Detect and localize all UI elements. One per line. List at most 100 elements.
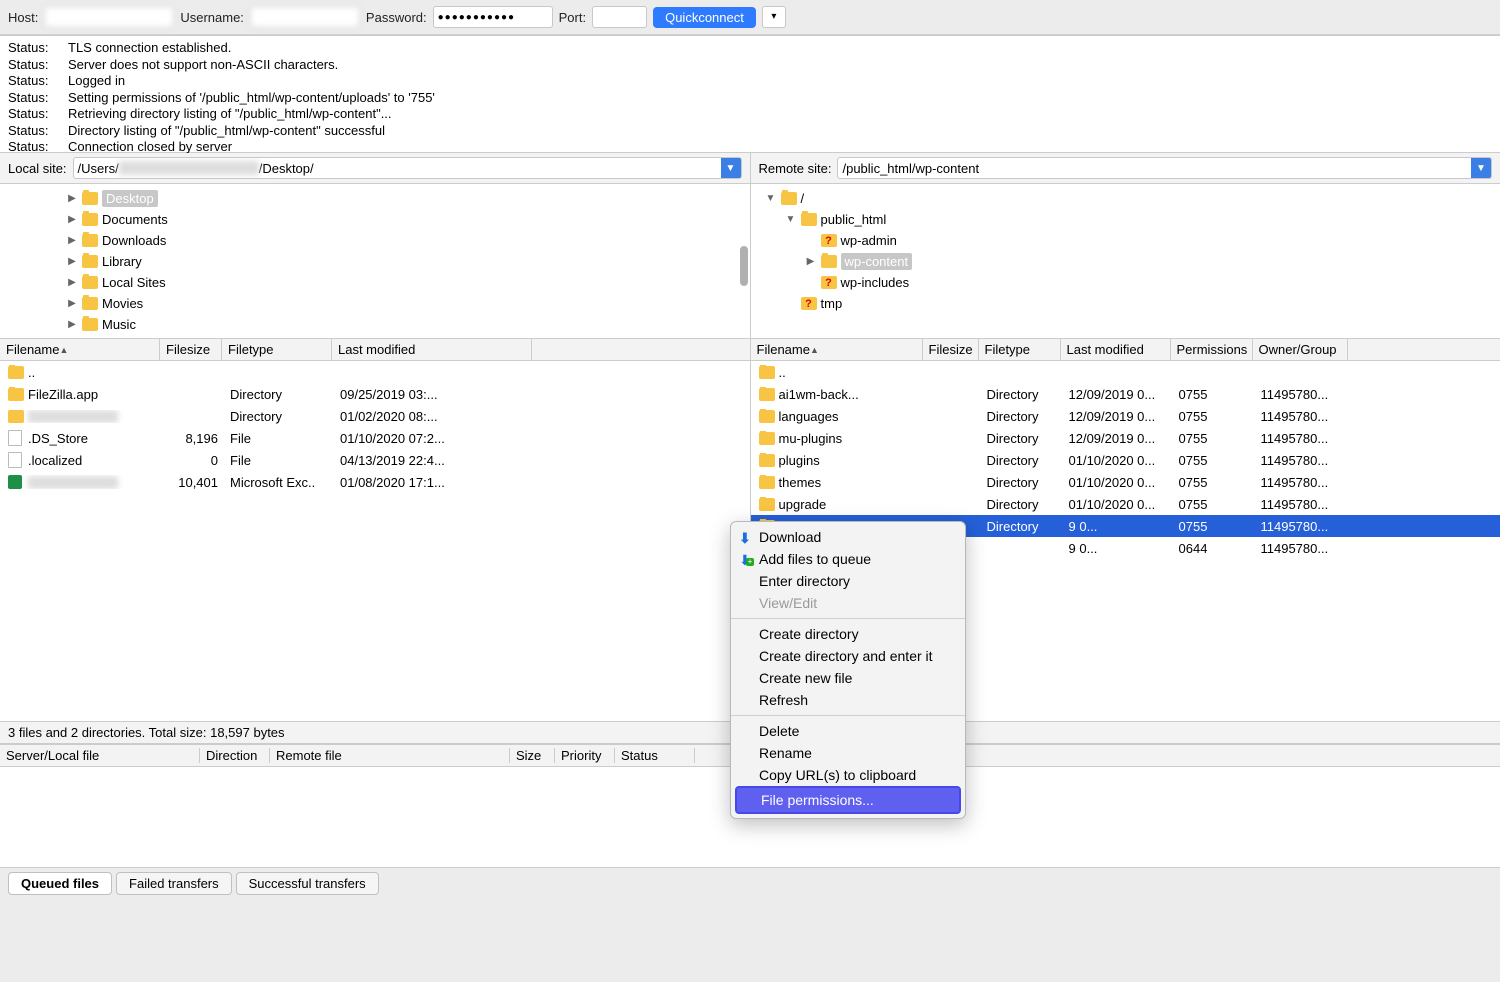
file-row[interactable]: mu-pluginsDirectory12/09/2019 0...075511… [751,427,1500,449]
col-status[interactable]: Status [615,748,695,763]
remote-file-headers[interactable]: Filename Filesize Filetype Last modified… [751,339,1500,361]
col-server[interactable]: Server/Local file [0,748,200,763]
disclosure-icon[interactable]: ▶ [66,277,78,288]
remote-path-dropdown-icon[interactable]: ▼ [1471,158,1491,178]
tab-failed-transfers[interactable]: Failed transfers [116,872,232,895]
tree-row[interactable]: ▶Local Sites [0,272,750,293]
folder-icon [781,192,797,205]
col-filetype[interactable]: Filetype [979,339,1061,360]
col-lastmodified[interactable]: Last modified [332,339,532,360]
local-path-dropdown-icon[interactable]: ▼ [721,158,741,178]
ctx-create-directory[interactable]: Create directory [731,623,965,645]
disclosure-icon[interactable]: ▶ [805,256,817,267]
file-row[interactable]: languagesDirectory12/09/2019 0...0755114… [751,405,1500,427]
file-owner: 11495780... [1255,431,1350,446]
file-row[interactable]: Directory01/02/2020 08:... [0,405,750,427]
file-type: Directory [224,387,334,402]
ctx-copy-url[interactable]: Copy URL(s) to clipboard [731,764,965,786]
col-filetype[interactable]: Filetype [222,339,332,360]
file-row[interactable]: FileZilla.appDirectory09/25/2019 03:... [0,383,750,405]
local-path-input[interactable]: /Users//Desktop/ ▼ [73,157,742,179]
file-row[interactable]: .. [751,361,1500,383]
host-input[interactable] [44,6,174,28]
remote-path-input[interactable]: /public_html/wp-content ▼ [837,157,1492,179]
remote-tree[interactable]: ▼/▼public_html?wp-admin▶wp-content?wp-in… [751,184,1500,339]
message-log: Status:TLS connection established.Status… [0,35,1500,153]
tree-row[interactable]: ▼ public_html [751,209,1500,230]
disclosure-icon[interactable]: ▶ [66,235,78,246]
tree-label: / [801,191,805,206]
file-row[interactable]: .. [0,361,750,383]
username-input[interactable] [250,6,360,28]
tree-row[interactable]: ▶Desktop [0,188,750,209]
ctx-file-permissions[interactable]: File permissions... [735,786,961,814]
disclosure-icon[interactable]: ▼ [765,193,777,204]
log-message: Server does not support non-ASCII charac… [68,57,338,74]
col-size[interactable]: Size [510,748,555,763]
tree-label: public_html [821,212,887,227]
col-ownergroup[interactable]: Owner/Group [1253,339,1348,360]
disclosure-icon[interactable]: ▶ [66,319,78,330]
scrollbar-thumb[interactable] [740,246,748,286]
file-row[interactable]: 10,401Microsoft Exc..01/08/2020 17:1... [0,471,750,493]
file-modified: 01/08/2020 17:1... [334,475,534,490]
ctx-download[interactable]: ⬇Download [731,526,965,548]
port-input[interactable] [592,6,647,28]
remote-site-label: Remote site: [759,161,832,176]
ctx-add-to-queue[interactable]: ⬇+Add files to queue [731,548,965,570]
local-file-list[interactable]: ..FileZilla.appDirectory09/25/2019 03:..… [0,361,750,721]
col-lastmodified[interactable]: Last modified [1061,339,1171,360]
file-row[interactable]: themesDirectory01/10/2020 0...0755114957… [751,471,1500,493]
tree-row[interactable]: ▶Documents [0,209,750,230]
file-row[interactable]: .DS_Store8,196File01/10/2020 07:2... [0,427,750,449]
tree-row[interactable]: ▶Movies [0,293,750,314]
local-file-headers[interactable]: Filename Filesize Filetype Last modified [0,339,750,361]
disclosure-icon[interactable]: ▶ [66,298,78,309]
col-priority[interactable]: Priority [555,748,615,763]
ctx-rename[interactable]: Rename [731,742,965,764]
tree-row[interactable]: ?wp-includes [751,272,1500,293]
disclosure-icon[interactable]: ▼ [785,214,797,225]
quickconnect-dropdown-button[interactable]: ▾ [762,6,786,28]
file-name: languages [779,409,839,424]
file-type: Directory [981,409,1063,424]
disclosure-icon[interactable]: ▶ [66,214,78,225]
file-row[interactable]: pluginsDirectory01/10/2020 0...075511495… [751,449,1500,471]
ctx-enter-directory[interactable]: Enter directory [731,570,965,592]
tab-queued-files[interactable]: Queued files [8,872,112,895]
log-message: Setting permissions of '/public_html/wp-… [68,90,435,107]
file-row[interactable]: upgradeDirectory01/10/2020 0...075511495… [751,493,1500,515]
ctx-create-new-file[interactable]: Create new file [731,667,965,689]
disclosure-icon[interactable]: ▶ [66,256,78,267]
col-filesize[interactable]: Filesize [923,339,979,360]
disclosure-icon[interactable]: ▶ [66,193,78,204]
col-permissions[interactable]: Permissions [1171,339,1253,360]
tree-row[interactable]: ?wp-admin [751,230,1500,251]
tree-row[interactable]: ▶wp-content [751,251,1500,272]
folder-icon [8,366,24,379]
col-remotefile[interactable]: Remote file [270,748,510,763]
tab-successful-transfers[interactable]: Successful transfers [236,872,379,895]
file-row[interactable]: .localized0File04/13/2019 22:4... [0,449,750,471]
col-filename[interactable]: Filename [0,339,160,360]
ctx-delete[interactable]: Delete [731,720,965,742]
tree-row[interactable]: ▶Library [0,251,750,272]
password-input[interactable] [433,6,553,28]
col-filename[interactable]: Filename [751,339,923,360]
local-tree[interactable]: ▶Desktop▶Documents▶Downloads▶Library▶Loc… [0,184,750,339]
col-filesize[interactable]: Filesize [160,339,222,360]
quickconnect-button[interactable]: Quickconnect [653,7,756,28]
file-icon [8,452,22,468]
tree-row[interactable]: ▼/ [751,188,1500,209]
tree-row[interactable]: ?tmp [751,293,1500,314]
plus-icon: + [746,558,754,566]
folder-icon [82,213,98,226]
ctx-create-directory-enter[interactable]: Create directory and enter it [731,645,965,667]
file-row[interactable]: ai1wm-back...Directory12/09/2019 0...075… [751,383,1500,405]
ctx-refresh[interactable]: Refresh [731,689,965,711]
file-owner: 11495780... [1255,541,1350,556]
col-direction[interactable]: Direction [200,748,270,763]
tree-row[interactable]: ▶Downloads [0,230,750,251]
log-message: Logged in [68,73,125,90]
tree-row[interactable]: ▶Music [0,314,750,335]
